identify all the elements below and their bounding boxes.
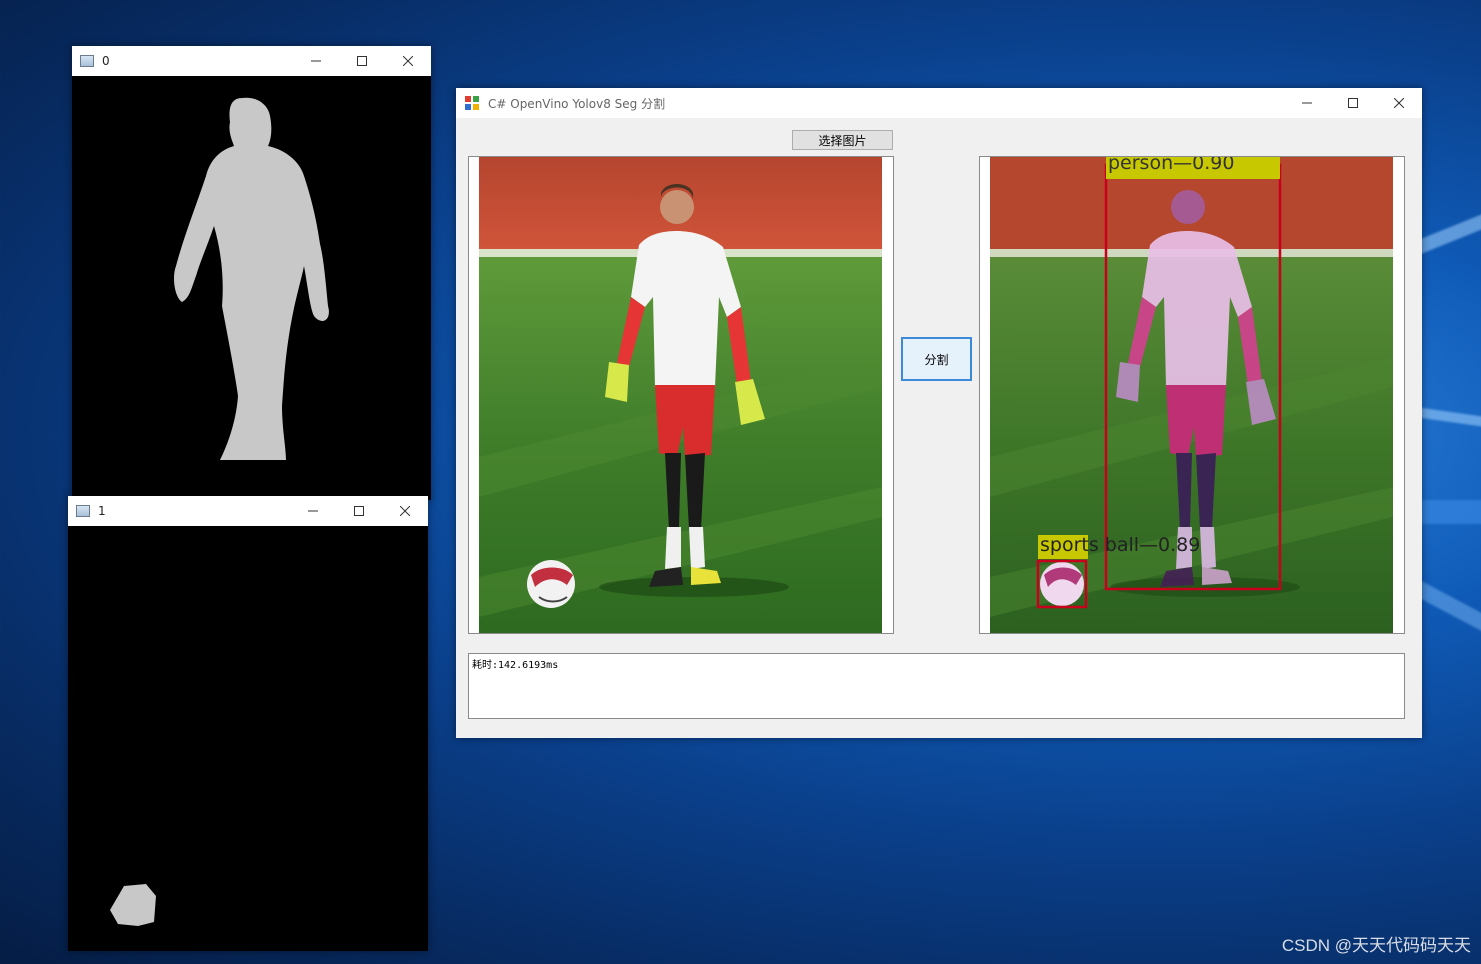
title-bar[interactable]: 1 (68, 496, 428, 526)
result-photo: person—0.90 sports ball—0.89 (990, 157, 1393, 633)
mask-window-1: 1 (68, 496, 428, 951)
result-picture-box: person—0.90 sports ball—0.89 (979, 156, 1405, 634)
title-bar[interactable]: C# OpenVino Yolov8 Seg 分割 (456, 88, 1422, 118)
source-picture-box (468, 156, 894, 634)
window-title: 1 (98, 504, 106, 518)
maximize-button[interactable] (339, 46, 385, 76)
mask-canvas (72, 76, 431, 500)
minimize-icon (1302, 102, 1312, 104)
minimize-button[interactable] (293, 46, 339, 76)
maximize-icon (357, 56, 367, 66)
close-icon (400, 506, 410, 516)
maximize-button[interactable] (1330, 88, 1376, 118)
minimize-icon (308, 510, 318, 512)
main-window: C# OpenVino Yolov8 Seg 分割 选择图片 分割 person… (456, 88, 1422, 738)
person-mask-silhouette (174, 97, 329, 460)
window-title: 0 (102, 54, 110, 68)
winforms-app-icon (465, 96, 479, 110)
close-button[interactable] (385, 46, 431, 76)
mask-window-0: 0 (72, 46, 431, 500)
ball-detection-label: sports ball—0.89 (1040, 534, 1200, 556)
window-title: C# OpenVino Yolov8 Seg 分割 (488, 96, 666, 111)
close-button[interactable] (382, 496, 428, 526)
ball-mask-blob (110, 884, 156, 926)
close-icon (1394, 98, 1404, 108)
maximize-button[interactable] (336, 496, 382, 526)
choose-image-button[interactable]: 选择图片 (792, 130, 893, 150)
maximize-icon (354, 506, 364, 516)
close-button[interactable] (1376, 88, 1422, 118)
close-icon (403, 56, 413, 66)
source-photo (479, 157, 882, 633)
maximize-icon (1348, 98, 1358, 108)
title-bar[interactable]: 0 (72, 46, 431, 76)
log-textbox[interactable]: 耗时:142.6193ms (468, 653, 1405, 719)
mask-canvas (68, 526, 428, 951)
minimize-icon (311, 60, 321, 62)
minimize-button[interactable] (1284, 88, 1330, 118)
person-detection-label: person—0.90 (1108, 157, 1234, 174)
app-window-icon (80, 55, 94, 67)
segment-button[interactable]: 分割 (901, 337, 972, 381)
watermark-text: CSDN @天天代码码天天 (1281, 936, 1471, 955)
minimize-button[interactable] (290, 496, 336, 526)
app-window-icon (76, 505, 90, 517)
